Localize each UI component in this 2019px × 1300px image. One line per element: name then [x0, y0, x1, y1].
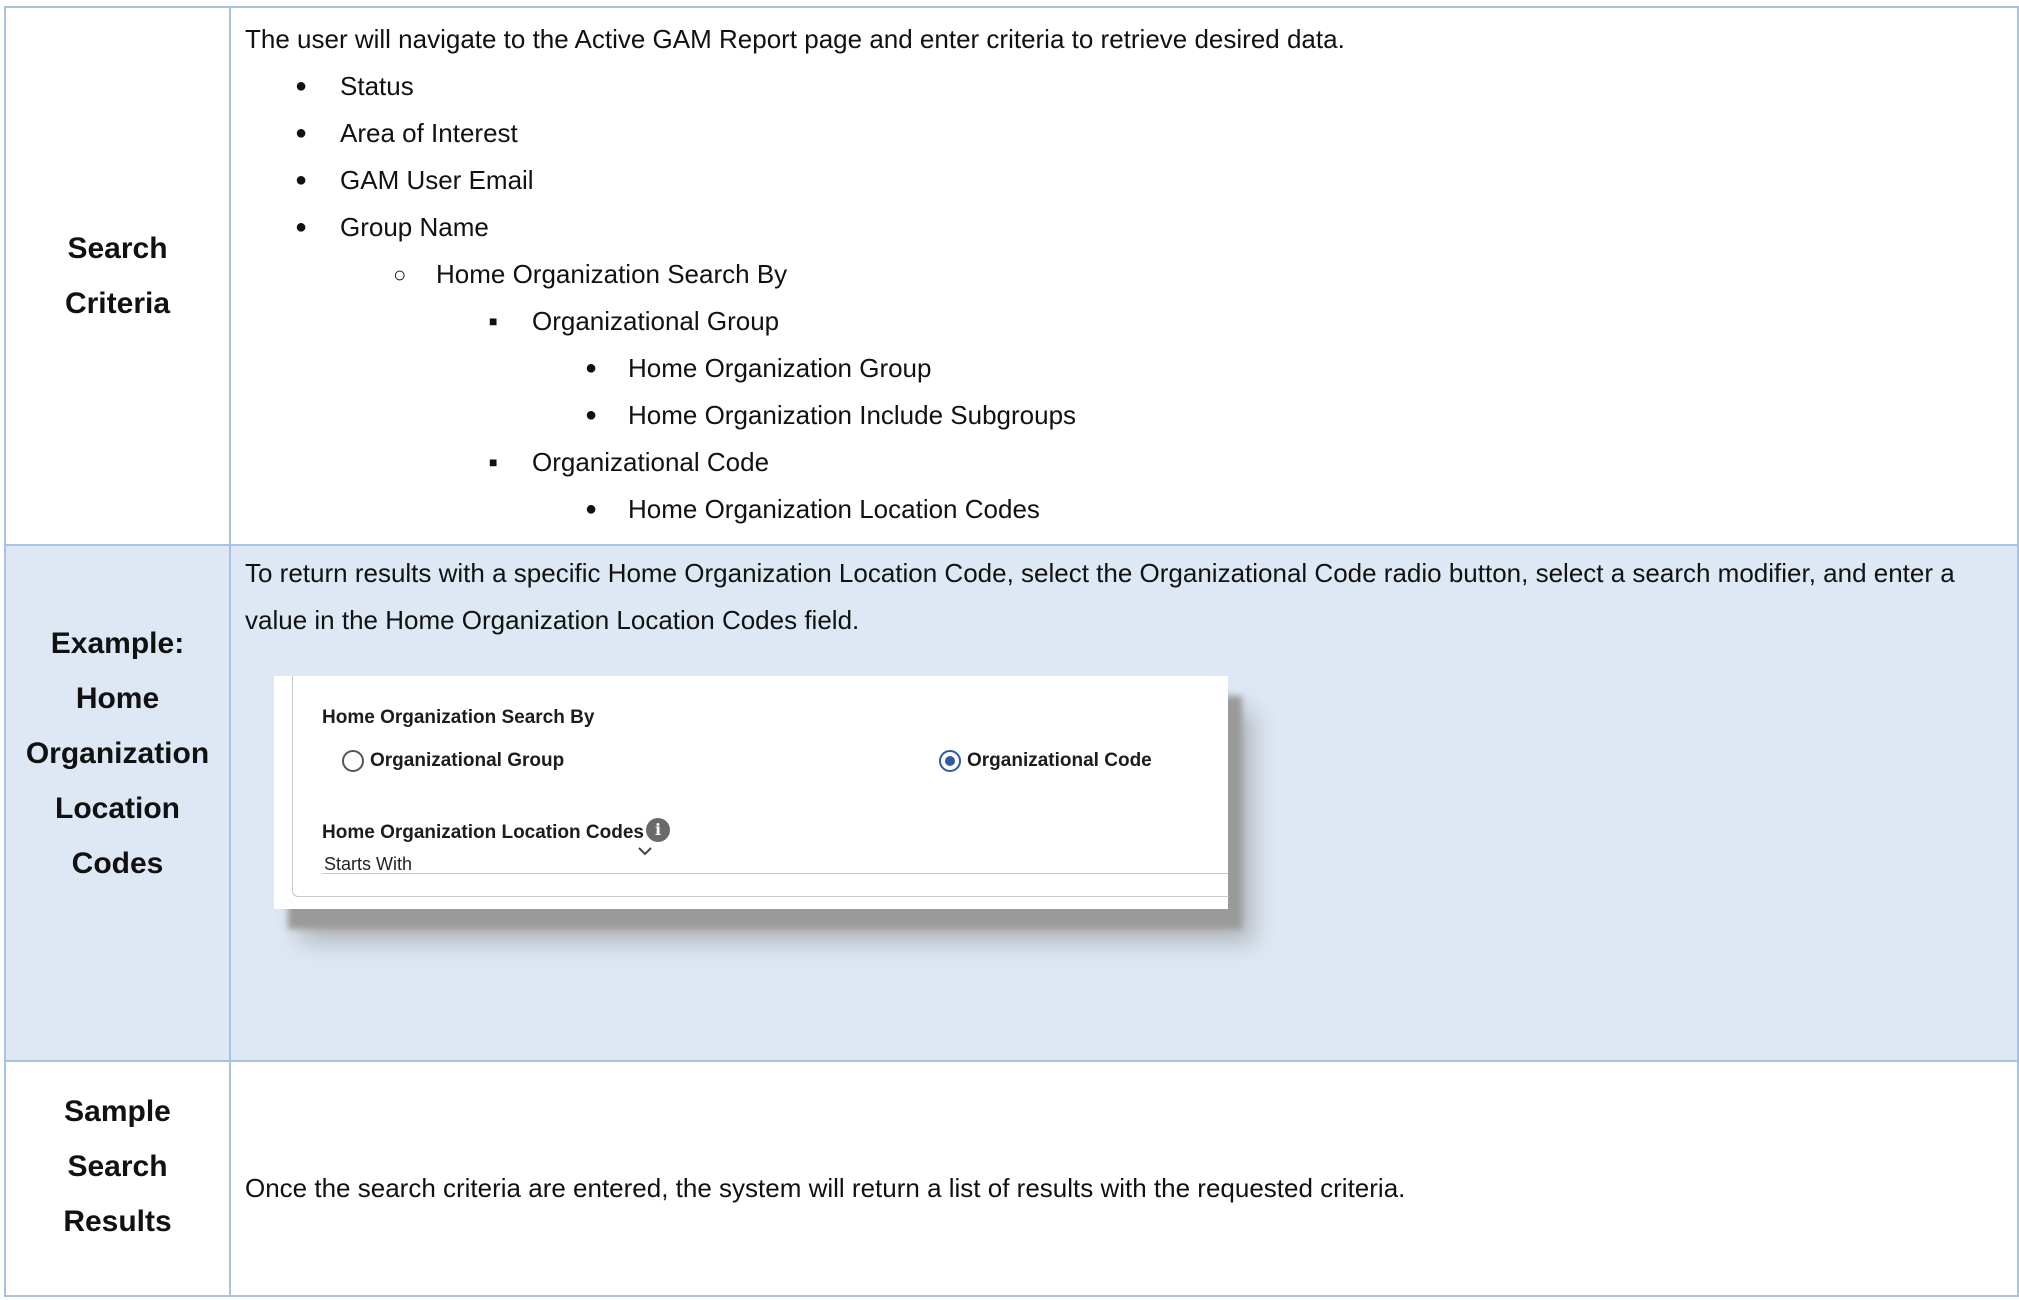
list-item-text: Home Organization Search By [436, 259, 788, 289]
example-row: Example: Home Organization Location Code… [4, 544, 2019, 1062]
list-item-text: Home Organization Location Codes [628, 494, 1040, 524]
circle-bullet-icon: ○ [393, 262, 407, 287]
document-table: Search Criteria The user will navigate t… [4, 6, 2019, 1297]
radio-label: Organizational Group [370, 750, 565, 771]
list-item: ● Home Organization Group [245, 345, 2003, 392]
list-item: ■ Organizational Code [245, 439, 2003, 486]
bullet-icon: ● [585, 404, 598, 426]
list-item-text: Organizational Code [532, 447, 770, 477]
select-underline [322, 873, 1228, 874]
list-item-text: Group Name [340, 212, 489, 242]
search-criteria-intro: The user will navigate to the Active GAM… [245, 24, 1345, 54]
example-content: To return results with a specific Home O… [229, 544, 2019, 1062]
radio-organizational-code[interactable]: Organizational Code [939, 737, 1152, 784]
list-item: ■ Organizational Group [245, 298, 2003, 345]
example-intro: To return results with a specific Home O… [245, 558, 1955, 635]
example-screenshot: Home Organization Search By Organization… [274, 676, 1229, 909]
list-item-text: GAM User Email [340, 165, 534, 195]
criteria-list: ● Status ● Area of Interest ● GAM User Emai… [245, 63, 2003, 533]
list-item-text: Home Organization Include Subgroups [628, 400, 1077, 430]
list-item: ○ Home Organization Search By [245, 251, 2003, 298]
list-item-text: Home Organization Group [628, 353, 932, 383]
radio-unselected-icon[interactable] [342, 749, 364, 772]
chevron-down-icon[interactable] [634, 840, 656, 862]
list-item: ● Area of Interest [245, 110, 2003, 157]
radio-label: Organizational Code [967, 750, 1152, 771]
sample-results-content: Once the search criteria are entered, th… [229, 1060, 2019, 1297]
search-modifier-select[interactable]: Starts With [324, 841, 412, 888]
bullet-icon: ● [295, 169, 308, 191]
list-item: ● GAM User Email [245, 157, 2003, 204]
info-icon[interactable]: i [645, 818, 670, 842]
sample-results-row: Sample Search Results Once the search cr… [4, 1060, 2019, 1297]
radio-organizational-group[interactable]: Organizational Group [342, 737, 564, 784]
list-item: ● Home Organization Location Codes [245, 486, 2003, 533]
search-criteria-content: The user will navigate to the Active GAM… [229, 6, 2019, 546]
bullet-icon: ● [585, 498, 598, 520]
square-bullet-icon: ■ [489, 313, 498, 329]
square-bullet-icon: ■ [489, 454, 498, 470]
search-criteria-row: Search Criteria The user will navigate t… [4, 6, 2019, 546]
bullet-icon: ● [295, 75, 308, 97]
list-item-text: Organizational Group [532, 306, 780, 336]
list-item: ● Group Name [245, 204, 2003, 251]
list-item-text: Area of Interest [340, 118, 518, 148]
radio-selected-icon[interactable] [939, 749, 961, 772]
bullet-icon: ● [295, 122, 308, 144]
search-by-title: Home Organization Search By [322, 707, 595, 728]
bullet-icon: ● [295, 216, 308, 238]
list-item: ● Home Organization Include Subgroups [245, 392, 2003, 439]
list-item: ● Status [245, 63, 2003, 110]
example-label: Example: Home Organization Location Code… [4, 544, 231, 1062]
bullet-icon: ● [585, 357, 598, 379]
sample-results-label: Sample Search Results [4, 1060, 231, 1297]
search-criteria-label: Search Criteria [4, 6, 231, 546]
list-item-text: Status [340, 71, 414, 101]
